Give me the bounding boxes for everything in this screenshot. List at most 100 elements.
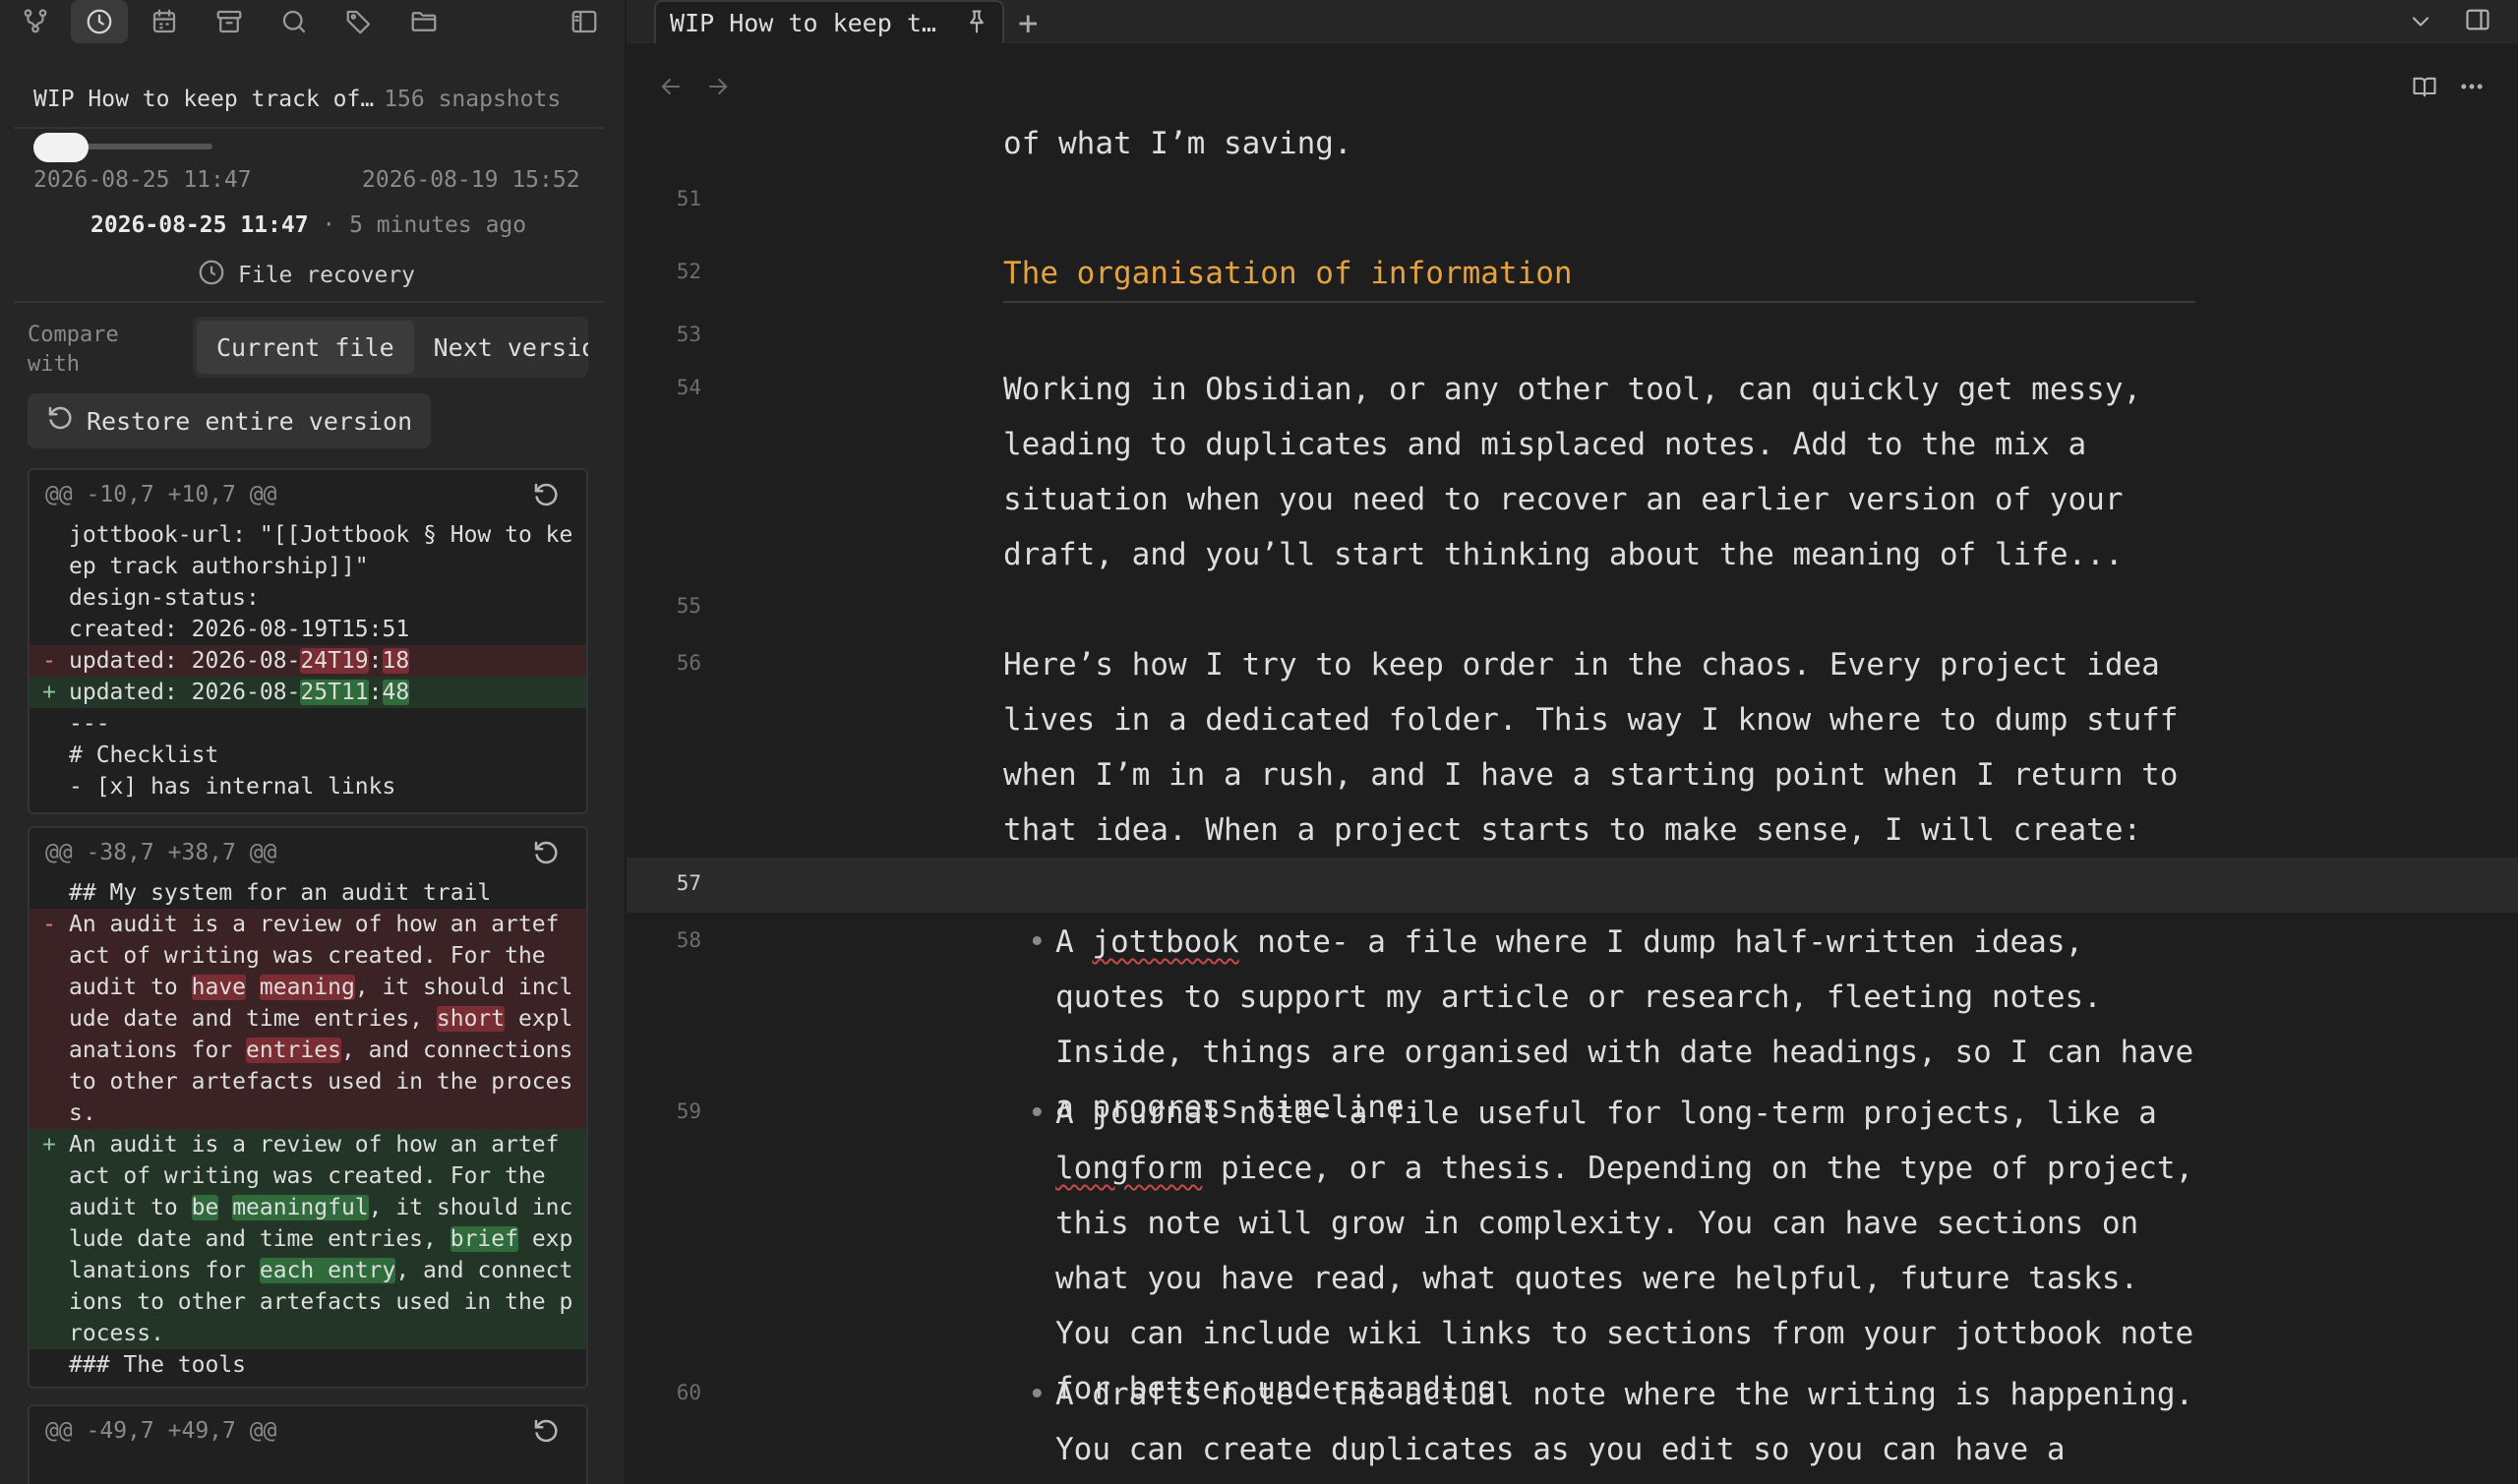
sidebar-toggle-icon[interactable] bbox=[556, 0, 613, 43]
diff-marker bbox=[30, 1098, 69, 1129]
diff-line-text: updated: 2026-08-25T11:48 bbox=[69, 677, 410, 708]
diff-marker bbox=[30, 877, 69, 909]
line-number: 57 bbox=[676, 871, 701, 895]
diff-line-text: created: 2026-08-19T15:51 bbox=[69, 614, 409, 645]
chevron-down-icon[interactable] bbox=[2401, 2, 2440, 41]
line-number: 51 bbox=[676, 187, 701, 210]
tab-current-note[interactable]: WIP How to keep t… bbox=[654, 0, 1004, 43]
diff-line-removed: audit to have meaning, it should incl bbox=[30, 972, 586, 1003]
restore-icon bbox=[45, 403, 75, 439]
diff-line-removed: - An audit is a review of how an artef bbox=[30, 909, 586, 940]
diff-line-removed: ude date and time entries, short expl bbox=[30, 1003, 586, 1035]
diff-text-span: act of writing was created. For the bbox=[69, 1163, 546, 1189]
diff-marker bbox=[30, 1318, 69, 1349]
tags-icon[interactable] bbox=[330, 0, 388, 43]
more-options-icon[interactable] bbox=[2452, 67, 2491, 106]
diff-line-text: An audit is a review of how an artef bbox=[69, 1129, 560, 1160]
hunk-lines: jottbook-url: "[[Jottbook § How to ke ep… bbox=[30, 519, 586, 802]
diff-line-added: ions to other artefacts used in the p bbox=[30, 1286, 586, 1318]
diff-text-span: design-status: bbox=[69, 585, 260, 611]
misspelled-word[interactable]: longform bbox=[1055, 1151, 1202, 1186]
diff-text-span bbox=[246, 975, 260, 1000]
archive-icon[interactable] bbox=[201, 0, 258, 43]
editor-line[interactable]: 51 bbox=[627, 183, 2518, 222]
diff-word-highlight: be bbox=[191, 1195, 219, 1220]
diff-text-span: ude date and time entries, bbox=[69, 1006, 437, 1032]
editor-line[interactable]: 52 The organisation of information bbox=[627, 246, 2518, 301]
bullet: • bbox=[1028, 1096, 1047, 1131]
list-item[interactable]: 60 • A drafts note- the actual note wher… bbox=[627, 1367, 2518, 1484]
list-item[interactable]: 58 • A jottbook note- a file where I dum… bbox=[627, 915, 2518, 1125]
diff-marker: - bbox=[42, 648, 56, 674]
diff-marker bbox=[30, 1255, 69, 1286]
compare-current-file-button[interactable]: Current file bbox=[197, 321, 414, 374]
diff-text-span: s. bbox=[69, 1100, 96, 1126]
book-open-icon[interactable] bbox=[2405, 67, 2444, 106]
compare-next-version-button[interactable]: Next version bbox=[414, 321, 588, 374]
arrow-right-icon[interactable] bbox=[698, 67, 738, 106]
diff-word-highlight: meaning bbox=[259, 975, 355, 1000]
diff-text-span: lude date and time entries, bbox=[69, 1226, 450, 1252]
diff-line-text: to other artefacts used in the proces bbox=[69, 1066, 572, 1098]
calendar-icon[interactable] bbox=[136, 0, 193, 43]
selected-snapshot-date: 2026-08-25 11:47 bbox=[90, 212, 309, 238]
pin-icon[interactable] bbox=[963, 8, 992, 37]
editor-line[interactable]: 53 bbox=[627, 319, 2518, 358]
bullet: • bbox=[1028, 1377, 1047, 1412]
compare-with-label: Compare with bbox=[28, 323, 119, 377]
diff-text-span: , and connect bbox=[395, 1258, 573, 1283]
revert-hunk-icon[interactable] bbox=[531, 1416, 561, 1452]
folder-icon[interactable] bbox=[395, 0, 452, 43]
history-clock-icon[interactable] bbox=[71, 0, 128, 43]
editor-pane: WIP How to keep t… + of what I’m saving.… bbox=[627, 0, 2518, 1484]
diff-line-removed: anations for entries, and connections bbox=[30, 1035, 586, 1066]
diff-line-added: + updated: 2026-08-25T11:48 bbox=[30, 677, 586, 708]
diff-text-span: # Checklist bbox=[69, 742, 219, 768]
revert-hunk-icon[interactable] bbox=[531, 838, 561, 873]
right-sidebar-toggle-icon[interactable] bbox=[2458, 0, 2497, 39]
diff-text-span: updated: 2026-08- bbox=[69, 648, 301, 674]
diff-text-span: , and connections bbox=[340, 1038, 573, 1063]
diff-line-text: lanations for each entry, and connect bbox=[69, 1255, 572, 1286]
diff-line-context: # Checklist bbox=[30, 740, 586, 771]
divider bbox=[14, 127, 604, 129]
diff-line-text: --- bbox=[69, 708, 110, 740]
diff-word-highlight: have bbox=[191, 975, 247, 1000]
diff-marker bbox=[30, 771, 69, 802]
active-editor-line[interactable]: 57 bbox=[627, 858, 2518, 913]
hunk-range: @@ -49,7 +49,7 @@ bbox=[45, 1418, 277, 1444]
diff-line-text: audit to have meaning, it should incl bbox=[69, 972, 572, 1003]
diff-word-highlight: each entry bbox=[259, 1258, 396, 1283]
misspelled-word[interactable]: jottbook bbox=[1092, 924, 1238, 960]
diff-line-text: anations for entries, and connections bbox=[69, 1035, 572, 1066]
search-icon[interactable] bbox=[266, 0, 323, 43]
new-tab-button[interactable]: + bbox=[1018, 4, 1038, 43]
revert-hunk-icon[interactable] bbox=[531, 480, 561, 515]
diff-text-span: jottbook-url: "[[Jottbook § How to ke bbox=[69, 522, 573, 548]
diff-word-highlight: 18 bbox=[382, 648, 410, 674]
diff-line-removed: - updated: 2026-08-24T19:18 bbox=[30, 645, 586, 677]
editor-line[interactable]: 56 Here’s how I try to keep order in the… bbox=[627, 637, 2518, 858]
graph-icon[interactable] bbox=[7, 0, 64, 43]
arrow-left-icon[interactable] bbox=[651, 67, 690, 106]
snapshot-slider-thumb[interactable] bbox=[33, 133, 89, 162]
diff-line-added: act of writing was created. For the bbox=[30, 1160, 586, 1192]
section-heading: The organisation of information bbox=[1003, 256, 1573, 291]
diff-text-span: created: 2026-08-19T15:51 bbox=[69, 617, 410, 642]
diff-marker bbox=[30, 1066, 69, 1098]
diff-line-text: An audit is a review of how an artef bbox=[69, 909, 560, 940]
line-number: 55 bbox=[676, 594, 701, 618]
list-item[interactable]: 59 • A journal note- a file useful for l… bbox=[627, 1086, 2518, 1406]
selected-snapshot-info: 2026-08-25 11:47 · 5 minutes ago bbox=[90, 212, 526, 238]
diff-text-span: An audit is a review of how an artef bbox=[69, 1132, 560, 1158]
diff-marker bbox=[30, 1286, 69, 1318]
tab-title: WIP How to keep t… bbox=[670, 8, 936, 37]
editor-line[interactable]: of what I’m saving. bbox=[627, 116, 2518, 171]
divider bbox=[14, 301, 604, 303]
restore-entire-version-button[interactable]: Restore entire version bbox=[28, 393, 431, 448]
paragraph-text: Here’s how I try to keep order in the ch… bbox=[1003, 647, 2179, 848]
editor-line[interactable]: 55 bbox=[627, 590, 2518, 629]
hunk-header: @@ -49,7 +49,7 @@ bbox=[30, 1406, 586, 1455]
diff-line-text: s. bbox=[69, 1098, 96, 1129]
editor-line[interactable]: 54 Working in Obsidian, or any other too… bbox=[627, 362, 2518, 582]
